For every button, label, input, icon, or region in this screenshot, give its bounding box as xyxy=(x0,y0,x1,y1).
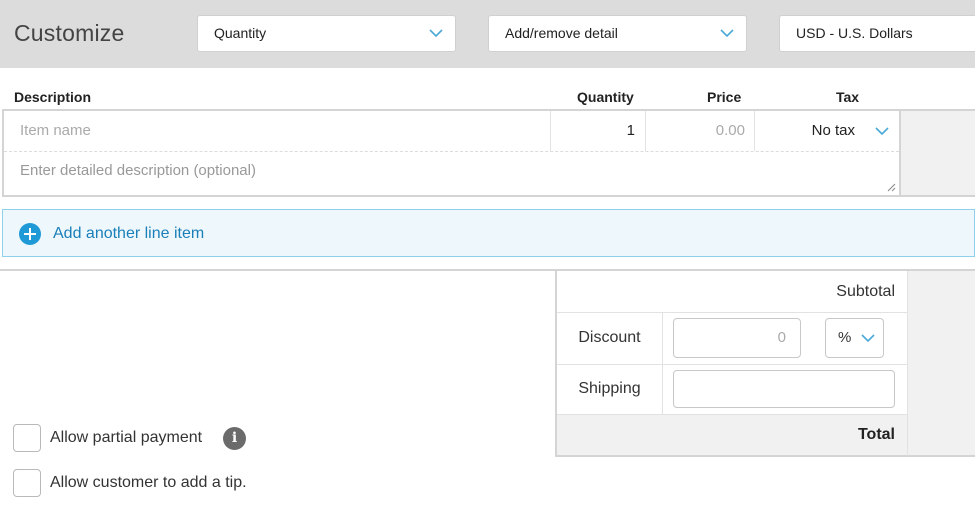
tax-select-value: No tax xyxy=(811,122,855,139)
shipping-row: Shipping xyxy=(557,365,907,415)
customize-title: Customize xyxy=(14,20,125,46)
totals-value-column xyxy=(907,271,975,457)
add-line-item-button[interactable]: Add another line item xyxy=(2,209,975,257)
column-divider xyxy=(662,313,663,364)
column-divider xyxy=(662,365,663,414)
column-header-quantity: Quantity xyxy=(577,89,634,105)
shipping-label: Shipping xyxy=(578,380,641,397)
column-header-description: Description xyxy=(14,89,92,105)
discount-unit-select[interactable]: % xyxy=(825,318,884,358)
subtotal-label: Subtotal xyxy=(836,283,895,300)
item-name-input[interactable]: Item name xyxy=(4,111,551,151)
total-label: Total xyxy=(857,426,895,443)
subtotal-row: Subtotal xyxy=(557,271,907,313)
total-row: Total xyxy=(557,415,907,455)
currency-select[interactable]: USD - U.S. Dollars xyxy=(779,15,975,52)
info-icon[interactable]: i xyxy=(223,427,246,450)
column-header-tax: Tax xyxy=(836,89,860,105)
chevron-down-icon xyxy=(861,334,875,343)
quantity-select[interactable]: Quantity xyxy=(197,15,456,52)
totals-table: Subtotal Discount 0 % Shipping Total xyxy=(555,271,907,457)
detail-select[interactable]: Add/remove detail xyxy=(488,15,747,52)
detail-select-value: Add/remove detail xyxy=(505,25,618,41)
item-description-input[interactable]: Enter detailed description (optional) xyxy=(20,162,256,179)
discount-label: Discount xyxy=(578,329,641,346)
line-item: Item name 1 0.00 No tax Enter detailed d… xyxy=(2,109,901,197)
quantity-input[interactable]: 1 xyxy=(551,111,646,151)
shipping-input[interactable] xyxy=(673,370,895,408)
tip-option: Allow customer to add a tip. xyxy=(13,469,273,497)
discount-unit-value: % xyxy=(838,329,852,346)
tax-select[interactable]: No tax xyxy=(755,111,899,151)
partial-payment-option: Allow partial payment i xyxy=(13,424,253,452)
currency-select-value: USD - U.S. Dollars xyxy=(796,25,913,41)
quantity-select-value: Quantity xyxy=(214,25,267,41)
tip-label: Allow customer to add a tip. xyxy=(50,474,247,491)
row-divider xyxy=(4,151,899,152)
discount-row: Discount 0 % xyxy=(557,313,907,365)
customize-toolbar: Customize Quantity Add/remove detail USD… xyxy=(0,0,975,68)
chevron-down-icon xyxy=(875,127,889,136)
plus-circle-icon xyxy=(19,223,41,245)
chevron-down-icon xyxy=(720,29,734,38)
column-header-price: Price xyxy=(707,89,742,105)
partial-payment-checkbox[interactable] xyxy=(13,424,41,452)
resize-handle-icon[interactable] xyxy=(887,183,896,192)
tip-checkbox[interactable] xyxy=(13,469,41,497)
partial-payment-label: Allow partial payment xyxy=(50,429,203,446)
discount-input[interactable]: 0 xyxy=(673,318,801,358)
add-line-item-label: Add another line item xyxy=(53,225,205,242)
chevron-down-icon xyxy=(429,29,443,38)
price-input[interactable]: 0.00 xyxy=(646,111,755,151)
line-item-side-panel xyxy=(901,109,975,197)
